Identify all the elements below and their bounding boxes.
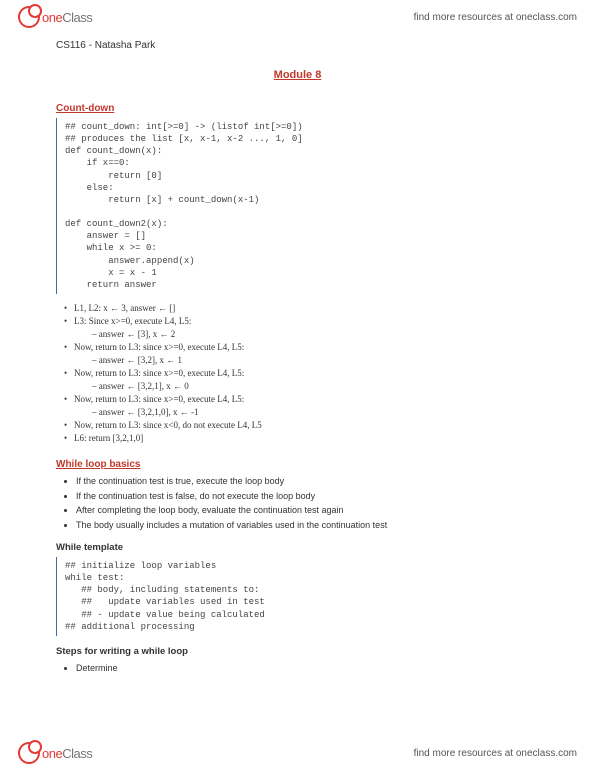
page-content: CS116 - Natasha Park Module 8 Count-down… [0,0,595,725]
list-item: If the continuation test is true, execut… [76,474,539,488]
list-item: If the continuation test is false, do no… [76,489,539,503]
logo[interactable]: oneClass [18,6,92,28]
list-item: The body usually includes a mutation of … [76,518,539,532]
module-title: Module 8 [56,69,539,81]
trace-block: •L1, L2: x ← 3, answer ← []•L3: Since x>… [64,302,539,446]
footer-link[interactable]: find more resources at oneclass.com [414,748,577,759]
header-link[interactable]: find more resources at oneclass.com [414,12,577,23]
logo-text: oneClass [42,746,92,761]
section-countdown: Count-down [56,103,539,114]
logo-text: oneClass [42,10,92,25]
header: oneClass find more resources at oneclass… [0,0,595,34]
section-while-basics: While loop basics [56,459,539,470]
code-while-template: ## initialize loop variables while test:… [56,557,539,636]
logo-icon [18,6,40,28]
logo-icon [18,742,40,764]
list-item: Determine [76,661,539,675]
code-countdown: ## count_down: int[>=0] -> (listof int[>… [56,118,539,294]
steps-bullets: Determine [76,661,539,675]
steps-head: Steps for writing a while loop [56,646,539,657]
course-title: CS116 - Natasha Park [56,40,539,51]
footer: oneClass find more resources at oneclass… [0,736,595,770]
while-bullets: If the continuation test is true, execut… [76,474,539,532]
logo-footer[interactable]: oneClass [18,742,92,764]
while-template-head: While template [56,542,539,553]
list-item: After completing the loop body, evaluate… [76,503,539,517]
